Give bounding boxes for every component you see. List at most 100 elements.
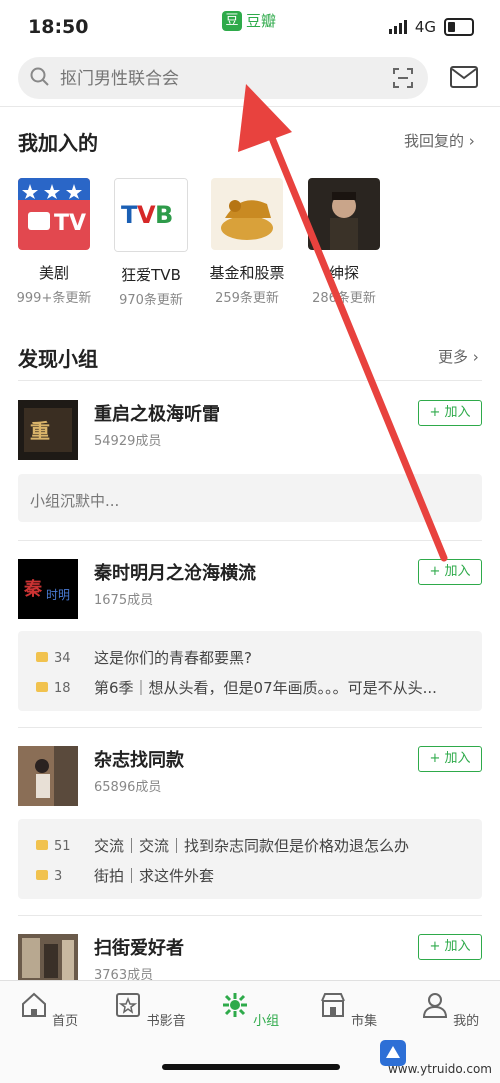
divider	[18, 915, 482, 916]
tab-groups[interactable]: 小组	[210, 991, 290, 1029]
group-thumbnail: TV	[18, 178, 90, 250]
joined-item[interactable]: TVB 狂爱TVB 970条更新	[103, 178, 199, 308]
group-thumbnail: 秦时明	[18, 559, 78, 619]
status-time: 18:50	[28, 16, 89, 38]
comment-icon	[36, 840, 48, 850]
group-activity: 小组沉默中...	[18, 474, 482, 522]
group-thumbnail: 重	[18, 400, 78, 460]
annotation-arrow	[238, 84, 448, 562]
group-thumbnail: TVB	[114, 178, 188, 252]
post-title: 这是你们的青春都要黑?	[94, 649, 252, 667]
divider	[18, 727, 482, 728]
post-row[interactable]: 34 这是你们的青春都要黑?	[36, 647, 474, 668]
divider	[18, 380, 482, 381]
home-indicator	[162, 1064, 340, 1070]
tab-market[interactable]: 市集	[308, 991, 388, 1029]
post-row[interactable]: 51 交流｜交流｜找到杂志同款但是价格劝退怎么办	[36, 835, 474, 856]
tab-home[interactable]: 首页	[9, 991, 89, 1029]
watermark: www.ytruido.com	[387, 1062, 492, 1076]
group-card[interactable]: 重 重启之极海听雷 54929成员 + 加入	[18, 400, 482, 460]
post-count: 34	[54, 651, 71, 666]
group-card[interactable]: 秦时明 秦时明月之沧海横流 1675成员 + 加入	[18, 559, 482, 619]
group-name: 重启之极海听雷	[94, 404, 220, 425]
group-members: 54929成员	[94, 434, 162, 449]
joined-item[interactable]: 绅探 286条更新	[296, 178, 392, 306]
comment-icon	[36, 652, 48, 662]
join-button[interactable]: + 加入	[418, 559, 482, 585]
search-input[interactable]	[58, 65, 382, 93]
group-members: 3763成员	[94, 968, 154, 980]
status-bar: 18:50 豆 豆瓣 4G	[0, 0, 500, 48]
divider	[18, 540, 482, 541]
divider	[0, 106, 500, 107]
joined-name: 美剧	[38, 264, 69, 282]
group-quiet-text: 小组沉默中...	[30, 492, 120, 510]
join-button[interactable]: + 加入	[418, 400, 482, 426]
replied-link[interactable]: 我回复的 ›	[404, 130, 475, 151]
search-icon	[30, 67, 49, 86]
group-thumbnail	[18, 746, 78, 806]
home-icon	[21, 992, 46, 1017]
comment-icon	[36, 682, 48, 692]
tab-label: 书影音	[146, 1014, 186, 1029]
post-title: 第6季｜想从头看，但是07年画质。。。可是不从头...	[94, 679, 437, 697]
joined-updates: 999+条更新	[16, 291, 92, 306]
joined-name: 基金和股票	[209, 264, 285, 282]
joined-title: 我加入的	[18, 131, 98, 155]
group-name: 杂志找同款	[94, 750, 184, 771]
profile-icon	[422, 993, 447, 1018]
groups-icon	[222, 993, 247, 1017]
post-count: 3	[54, 869, 63, 884]
tab-media[interactable]: 书影音	[110, 991, 190, 1029]
post-title: 交流｜交流｜找到杂志同款但是价格劝退怎么办	[94, 837, 410, 855]
tab-label: 小组	[253, 1014, 280, 1029]
tab-label: 首页	[52, 1014, 79, 1029]
joined-item[interactable]: 基金和股票 259条更新	[199, 178, 295, 306]
status-right: 4G	[388, 18, 474, 36]
joined-updates: 259条更新	[215, 291, 279, 306]
group-name: 秦时明月之沧海横流	[94, 563, 256, 584]
group-activity: 51 交流｜交流｜找到杂志同款但是价格劝退怎么办 3 街拍｜求这件外套	[18, 819, 482, 899]
group-card[interactable]: 扫街爱好者 3763成员 + 加入	[18, 934, 482, 980]
shop-icon	[321, 993, 345, 1017]
group-card[interactable]: 杂志找同款 65896成员 + 加入	[18, 746, 482, 806]
comment-icon	[36, 870, 48, 880]
svg-text:TV: TV	[54, 211, 86, 236]
joined-updates: 286条更新	[312, 291, 376, 306]
svg-text:秦: 秦	[23, 578, 43, 600]
group-name: 扫街爱好者	[94, 938, 184, 959]
group-members: 1675成员	[94, 593, 154, 608]
tab-label: 市集	[351, 1014, 378, 1029]
more-link[interactable]: 更多 ›	[438, 346, 479, 367]
network-type: 4G	[414, 18, 436, 36]
joined-name: 狂爱TVB	[121, 266, 181, 284]
svg-text:重: 重	[30, 419, 50, 443]
group-thumbnail	[18, 934, 78, 980]
post-row[interactable]: 18 第6季｜想从头看，但是07年画质。。。可是不从头...	[36, 677, 474, 698]
svg-text:B: B	[155, 201, 173, 229]
group-thumbnail	[211, 178, 283, 250]
scan-icon[interactable]	[392, 67, 414, 89]
post-count: 18	[54, 681, 71, 696]
tab-profile[interactable]: 我的	[410, 991, 490, 1029]
group-members: 65896成员	[94, 780, 162, 795]
post-row[interactable]: 3 街拍｜求这件外套	[36, 865, 474, 886]
svg-text:V: V	[137, 201, 156, 229]
join-button[interactable]: + 加入	[418, 934, 482, 960]
group-thumbnail	[308, 178, 380, 250]
signal-icon	[388, 20, 407, 34]
joined-name: 绅探	[328, 264, 359, 282]
svg-text:时明: 时明	[46, 588, 70, 602]
app-indicator: 豆 豆瓣	[222, 10, 276, 31]
douban-logo-icon: 豆	[222, 10, 242, 31]
svg-text:T: T	[121, 201, 138, 229]
join-button[interactable]: + 加入	[418, 746, 482, 772]
mail-icon[interactable]	[450, 66, 478, 88]
discover-title: 发现小组	[18, 347, 98, 371]
joined-item[interactable]: TV 美剧 999+条更新	[6, 178, 102, 306]
post-title: 街拍｜求这件外套	[94, 867, 215, 885]
app-name: 豆瓣	[246, 12, 277, 30]
search-bar[interactable]	[18, 57, 428, 99]
post-count: 51	[54, 839, 71, 854]
group-activity: 34 这是你们的青春都要黑? 18 第6季｜想从头看，但是07年画质。。。可是不从头…	[18, 631, 482, 711]
